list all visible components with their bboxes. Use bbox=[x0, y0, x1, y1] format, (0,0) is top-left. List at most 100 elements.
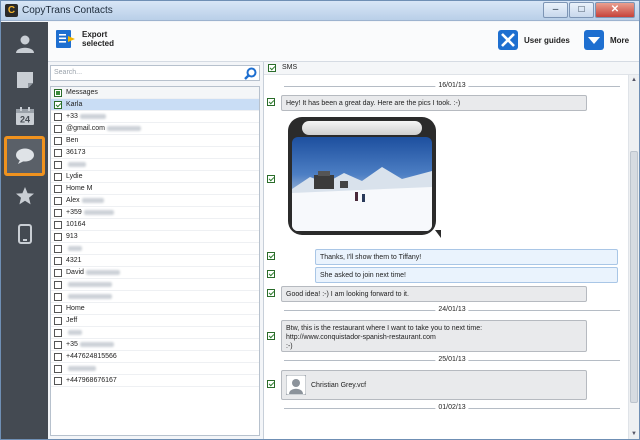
list-item[interactable]: Jeff bbox=[51, 315, 259, 327]
minimize-button[interactable]: – bbox=[543, 2, 568, 18]
row-checkbox[interactable] bbox=[54, 377, 62, 385]
contact-name: Ben bbox=[66, 137, 79, 144]
list-item[interactable]: 36173 bbox=[51, 147, 259, 159]
vcard-attachment[interactable]: Christian Grey.vcf bbox=[281, 370, 587, 400]
scroll-thumb[interactable] bbox=[630, 151, 638, 403]
list-item[interactable]: Lydie bbox=[51, 171, 259, 183]
title-bar: C CopyTrans Contacts – □ ✕ bbox=[1, 1, 639, 21]
nav-calendar[interactable]: 24 bbox=[8, 100, 42, 132]
list-item[interactable]: +447968676167 bbox=[51, 375, 259, 387]
row-checkbox[interactable] bbox=[54, 173, 62, 181]
row-checkbox[interactable] bbox=[54, 101, 62, 109]
redacted-text bbox=[68, 161, 86, 167]
row-checkbox[interactable] bbox=[54, 353, 62, 361]
sms-select-checkbox[interactable] bbox=[268, 64, 276, 72]
export-label: Export selected bbox=[82, 30, 115, 48]
export-icon bbox=[56, 30, 75, 48]
message-checkbox[interactable] bbox=[267, 98, 275, 106]
contact-name: Home bbox=[66, 305, 85, 312]
calendar-day: 24 bbox=[20, 115, 30, 125]
message-checkbox[interactable] bbox=[267, 252, 275, 260]
list-item[interactable]: Alex bbox=[51, 195, 259, 207]
redacted-text bbox=[79, 113, 106, 119]
row-checkbox[interactable] bbox=[54, 281, 62, 289]
close-button[interactable]: ✕ bbox=[595, 2, 635, 18]
maximize-button[interactable]: □ bbox=[569, 2, 594, 18]
row-checkbox[interactable] bbox=[54, 233, 62, 241]
user-guides-button[interactable]: User guides bbox=[498, 30, 570, 50]
calendar-icon: 24 bbox=[16, 107, 34, 125]
row-checkbox[interactable] bbox=[54, 113, 62, 121]
message-bubble[interactable]: Hey! It has been a great day. Here are t… bbox=[281, 95, 587, 111]
search-icon[interactable] bbox=[244, 67, 257, 80]
contact-card-icon bbox=[286, 375, 306, 395]
row-checkbox[interactable] bbox=[54, 365, 62, 373]
list-item[interactable]: Home bbox=[51, 303, 259, 315]
select-all-checkbox[interactable] bbox=[54, 89, 62, 97]
list-item[interactable]: David bbox=[51, 267, 259, 279]
list-item[interactable]: @gmail.com bbox=[51, 123, 259, 135]
row-checkbox[interactable] bbox=[54, 161, 62, 169]
contact-name: Karla bbox=[66, 101, 83, 108]
message-checkbox[interactable] bbox=[267, 380, 275, 388]
list-header: Messages bbox=[51, 87, 259, 99]
row-checkbox[interactable] bbox=[54, 269, 62, 277]
list-item[interactable] bbox=[51, 279, 259, 291]
message-checkbox[interactable] bbox=[267, 289, 275, 297]
list-item[interactable] bbox=[51, 159, 259, 171]
nav-favorites[interactable] bbox=[8, 180, 42, 212]
message-bubble[interactable]: Good idea! :-) I am looking forward to i… bbox=[281, 286, 587, 302]
row-checkbox[interactable] bbox=[54, 137, 62, 145]
message-bubble[interactable]: Thanks, I'll show them to Tiffany! bbox=[315, 249, 618, 265]
nav-messages[interactable] bbox=[4, 136, 45, 176]
scroll-up-arrow[interactable]: ▲ bbox=[629, 75, 639, 85]
message-checkbox[interactable] bbox=[267, 270, 275, 278]
message-bubble[interactable]: She asked to join next time! bbox=[315, 267, 618, 283]
row-checkbox[interactable] bbox=[54, 257, 62, 265]
list-item[interactable] bbox=[51, 291, 259, 303]
contact-name bbox=[66, 245, 82, 252]
row-checkbox[interactable] bbox=[54, 293, 62, 301]
list-item[interactable]: +447624815566 bbox=[51, 351, 259, 363]
more-label: More bbox=[610, 35, 630, 45]
tools-icon bbox=[498, 30, 518, 50]
row-checkbox[interactable] bbox=[54, 185, 62, 193]
list-item[interactable] bbox=[51, 363, 259, 375]
scroll-down-arrow[interactable]: ▼ bbox=[629, 429, 639, 439]
search-input[interactable]: Search... bbox=[54, 69, 82, 76]
row-checkbox[interactable] bbox=[54, 329, 62, 337]
photo-attachment[interactable] bbox=[288, 117, 441, 238]
list-item[interactable]: 4321 bbox=[51, 255, 259, 267]
export-selected-button[interactable]: Export selected bbox=[56, 28, 114, 50]
contact-name: +447624815566 bbox=[66, 353, 117, 360]
row-checkbox[interactable] bbox=[54, 245, 62, 253]
search-box[interactable]: Search... bbox=[50, 65, 260, 81]
list-item[interactable] bbox=[51, 243, 259, 255]
list-item[interactable]: +359 bbox=[51, 207, 259, 219]
list-item[interactable]: 10164 bbox=[51, 219, 259, 231]
row-checkbox[interactable] bbox=[54, 197, 62, 205]
row-checkbox[interactable] bbox=[54, 221, 62, 229]
list-item[interactable]: Ben bbox=[51, 135, 259, 147]
nav-device[interactable] bbox=[8, 218, 42, 250]
row-checkbox[interactable] bbox=[54, 125, 62, 133]
row-checkbox[interactable] bbox=[54, 209, 62, 217]
message-checkbox[interactable] bbox=[267, 175, 275, 183]
list-item[interactable] bbox=[51, 327, 259, 339]
message-checkbox[interactable] bbox=[267, 332, 275, 340]
row-checkbox[interactable] bbox=[54, 341, 62, 349]
list-item[interactable]: Karla bbox=[51, 99, 259, 111]
row-checkbox[interactable] bbox=[54, 149, 62, 157]
nav-notes[interactable] bbox=[8, 64, 42, 96]
list-item[interactable]: +35 bbox=[51, 339, 259, 351]
row-checkbox[interactable] bbox=[54, 317, 62, 325]
list-item[interactable]: 913 bbox=[51, 231, 259, 243]
more-button[interactable]: More bbox=[584, 30, 629, 50]
row-checkbox[interactable] bbox=[54, 305, 62, 313]
contact-name: Home M bbox=[66, 185, 93, 192]
message-bubble[interactable]: Btw, this is the restaurant where I want… bbox=[281, 320, 587, 352]
list-item[interactable]: +33 bbox=[51, 111, 259, 123]
nav-contacts[interactable] bbox=[8, 28, 42, 60]
list-item[interactable]: Home M bbox=[51, 183, 259, 195]
conversation-scrollbar[interactable]: ▲ ▼ bbox=[628, 75, 639, 439]
